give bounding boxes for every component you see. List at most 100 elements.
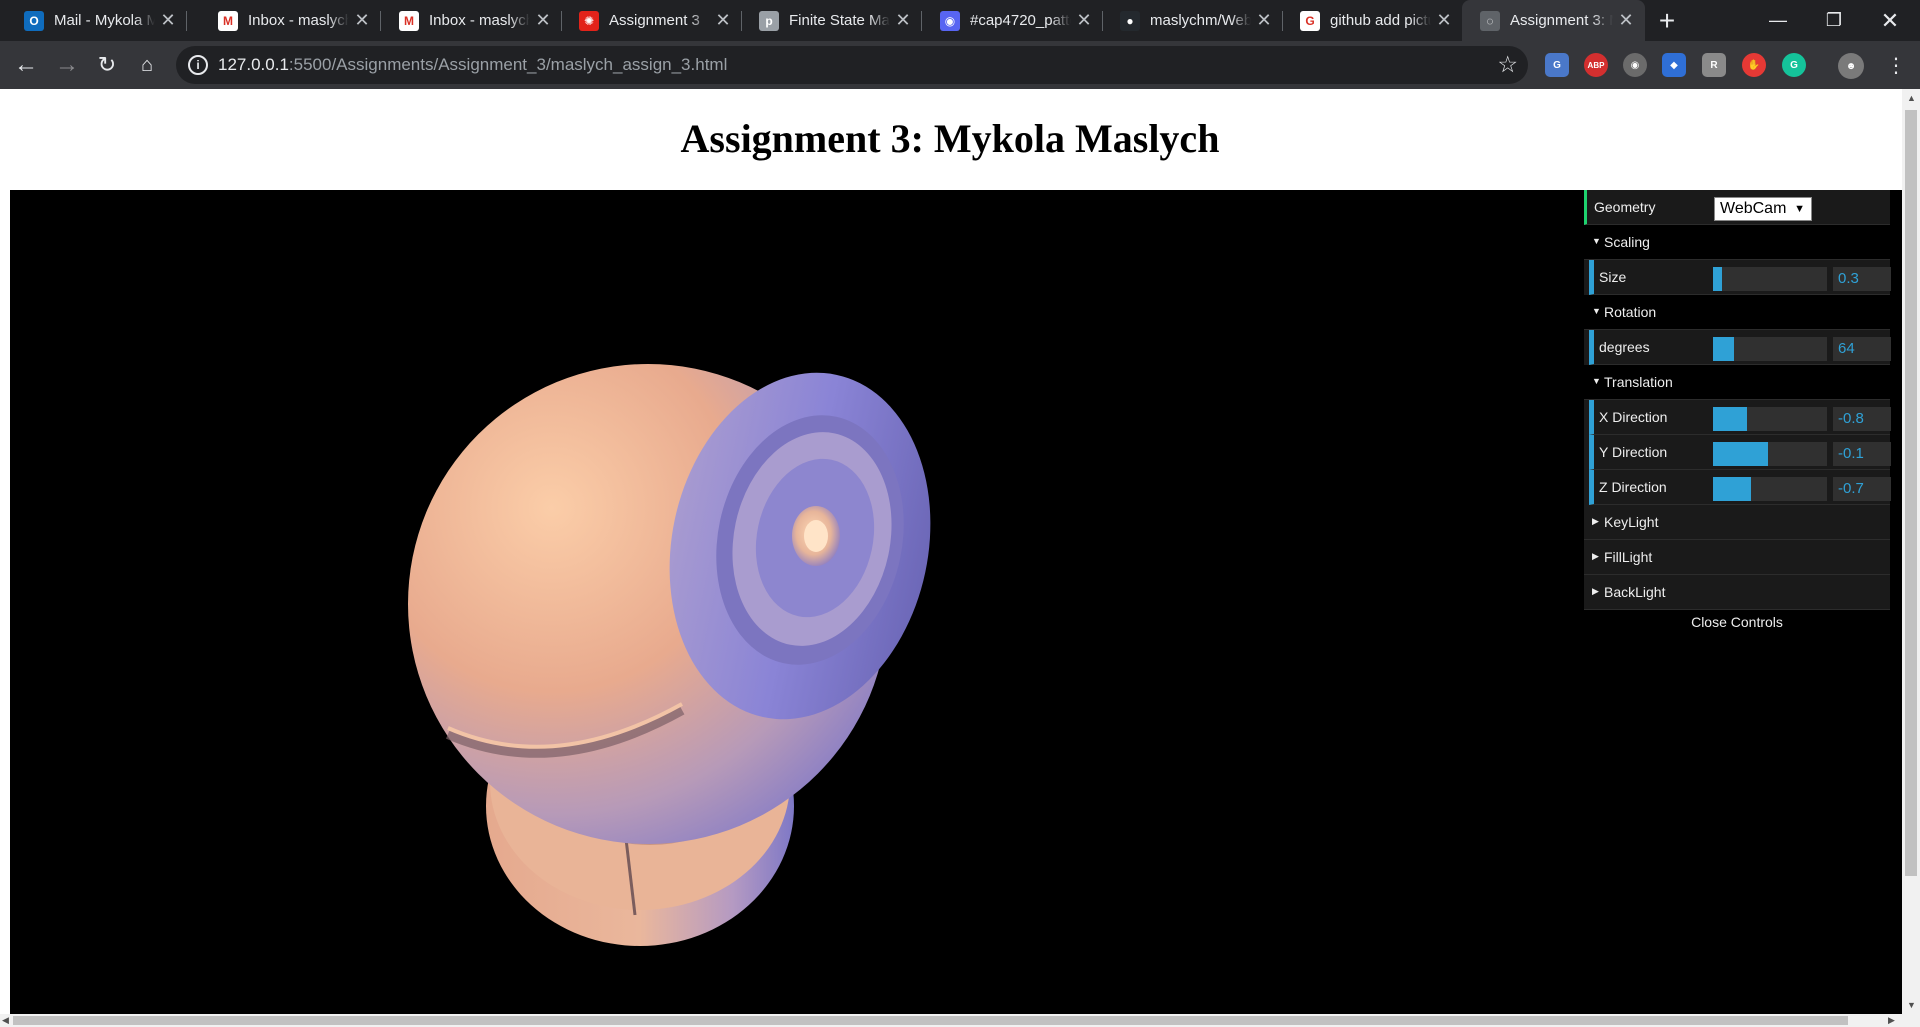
- size-slider[interactable]: [1713, 267, 1827, 291]
- grammarly-extension-icon[interactable]: G: [1782, 53, 1806, 77]
- tab-close-icon[interactable]: ✕: [1613, 10, 1639, 31]
- scroll-right-icon[interactable]: ▶: [1888, 1015, 1895, 1026]
- x-direction-label: X Direction: [1599, 409, 1668, 425]
- tab-close-icon[interactable]: ✕: [1431, 10, 1457, 31]
- back-button[interactable]: ←: [10, 49, 42, 81]
- tab-close-icon[interactable]: ✕: [710, 10, 736, 31]
- bookmark-star-icon[interactable]: ☆: [1497, 51, 1518, 78]
- tab-title: Inbox - maslych: [429, 12, 530, 29]
- y-direction-value-input[interactable]: -0.1: [1833, 442, 1891, 466]
- y-direction-slider-fill: [1713, 442, 1768, 466]
- folder-keylight-label: KeyLight: [1604, 514, 1659, 530]
- google-icon: G: [1300, 10, 1320, 31]
- folder-expanded-icon: ▼: [1592, 306, 1601, 316]
- forward-button[interactable]: →: [51, 49, 83, 81]
- size-label: Size: [1599, 269, 1627, 285]
- reader-extension-icon[interactable]: R: [1702, 53, 1726, 77]
- tab-close-icon[interactable]: ✕: [1071, 10, 1097, 31]
- site-info-icon[interactable]: i: [188, 55, 208, 75]
- tab-title: Assignment 3: Mykola: [1510, 12, 1613, 29]
- controls-panel: Geometry WebCam ▼ ▼ Scaling Size 0.3 ▼ Ro…: [1584, 190, 1891, 635]
- tab-8[interactable]: Ggithub add picture✕: [1282, 0, 1463, 41]
- tab-close-icon[interactable]: ✕: [349, 10, 375, 31]
- horizontal-scroll-thumb[interactable]: [13, 1016, 1848, 1025]
- geometry-label: Geometry: [1594, 199, 1656, 215]
- x-direction-slider[interactable]: [1713, 407, 1827, 431]
- folder-scaling[interactable]: ▼ Scaling: [1584, 225, 1890, 260]
- tab-strip: OMail - Mykola Maslych✕MInbox - maslych✕…: [0, 0, 1920, 41]
- tab-6[interactable]: ◉ #cap4720_pattern✕: [922, 0, 1103, 41]
- adblock-extension-icon[interactable]: ABP: [1584, 53, 1608, 77]
- minimize-icon[interactable]: —: [1750, 0, 1806, 41]
- geometry-row: Geometry WebCam ▼: [1584, 190, 1890, 225]
- home-button[interactable]: ⌂: [131, 49, 163, 81]
- tab-4[interactable]: ✺ Assignment 3 ✕: [561, 0, 742, 41]
- z-direction-slider[interactable]: [1713, 477, 1827, 501]
- p-icon: p: [759, 10, 779, 31]
- vertical-scroll-thumb[interactable]: [1905, 110, 1917, 876]
- reload-button[interactable]: ↻: [91, 49, 123, 81]
- folder-filllight[interactable]: ▶ FillLight: [1584, 540, 1890, 575]
- scroll-down-icon[interactable]: ▼: [1907, 1000, 1916, 1010]
- degrees-slider-fill: [1713, 337, 1734, 361]
- degrees-label: degrees: [1599, 339, 1650, 355]
- tab-close-icon[interactable]: ✕: [890, 10, 916, 31]
- stop-extension-icon[interactable]: ✋: [1742, 53, 1766, 77]
- profile-avatar[interactable]: ☻: [1838, 53, 1864, 79]
- webcourses-icon: ✺: [579, 10, 599, 31]
- folder-translation[interactable]: ▼ Translation: [1584, 365, 1890, 400]
- y-direction-slider[interactable]: [1713, 442, 1827, 466]
- folder-backlight-label: BackLight: [1604, 584, 1666, 600]
- gmail-icon: M: [399, 10, 419, 31]
- translate-extension-icon[interactable]: G: [1545, 53, 1569, 77]
- horizontal-scrollbar[interactable]: ◀ ▶: [0, 1014, 1920, 1027]
- geometry-selected-value: WebCam: [1720, 200, 1787, 217]
- tab-title: Mail - Mykola Maslych: [54, 12, 155, 29]
- privacy-extension-icon[interactable]: ◆: [1662, 53, 1686, 77]
- tab-close-icon[interactable]: ✕: [530, 10, 556, 31]
- globe-icon: ◌: [1480, 10, 1500, 31]
- geometry-select[interactable]: WebCam ▼: [1714, 197, 1812, 221]
- close-controls-button[interactable]: Close Controls: [1584, 610, 1890, 635]
- scroll-left-icon[interactable]: ◀: [2, 1015, 9, 1026]
- tab-5[interactable]: p Finite State Machines✕: [741, 0, 922, 41]
- tab-title: Inbox - maslych: [248, 12, 349, 29]
- x-direction-value-input[interactable]: -0.8: [1833, 407, 1891, 431]
- window-close-icon[interactable]: ✕: [1862, 0, 1918, 41]
- camera-sphere: [408, 364, 931, 844]
- scroll-up-icon[interactable]: ▲: [1907, 93, 1916, 103]
- z-direction-label: Z Direction: [1599, 479, 1667, 495]
- webgl-canvas[interactable]: Geometry WebCam ▼ ▼ Scaling Size 0.3 ▼ Ro…: [10, 190, 1902, 1014]
- new-tab-button[interactable]: +: [1652, 7, 1682, 37]
- cookie-extension-icon[interactable]: ◉: [1623, 53, 1647, 77]
- tab-3[interactable]: M Inbox - maslych ✕: [381, 0, 562, 41]
- folder-expanded-icon: ▼: [1592, 236, 1601, 246]
- control-size: Size 0.3: [1589, 260, 1891, 295]
- vertical-scrollbar[interactable]: ▲ ▼: [1902, 89, 1920, 1014]
- tab-9[interactable]: ◌ Assignment 3: Mykola✕: [1462, 0, 1645, 41]
- control-degrees: degrees 64: [1589, 330, 1891, 365]
- z-direction-value-input[interactable]: -0.7: [1833, 477, 1891, 501]
- tab-title: maslychm/WebGL: [1150, 12, 1251, 29]
- tab-7[interactable]: ● maslychm/WebGL✕: [1102, 0, 1283, 41]
- folder-scaling-label: Scaling: [1604, 234, 1650, 250]
- folder-filllight-label: FillLight: [1604, 549, 1653, 565]
- tab-2[interactable]: M Inbox - maslych ✕: [200, 0, 381, 41]
- folder-backlight[interactable]: ▶ BackLight: [1584, 575, 1890, 610]
- tab-close-icon[interactable]: ✕: [1251, 10, 1277, 31]
- tab-close-icon[interactable]: ✕: [155, 10, 181, 31]
- tab-1[interactable]: O Mail - Mykola Maslych✕: [6, 0, 187, 41]
- folder-rotation[interactable]: ▼ Rotation: [1584, 295, 1890, 330]
- size-value-input[interactable]: 0.3: [1833, 267, 1891, 291]
- restore-icon[interactable]: ❐: [1806, 0, 1862, 41]
- control-z-direction: Z Direction -0.7: [1589, 470, 1891, 505]
- github-icon: ●: [1120, 10, 1140, 31]
- address-bar[interactable]: i 127.0.0.1:5500/Assignments/Assignment_…: [176, 46, 1528, 84]
- folder-keylight[interactable]: ▶ KeyLight: [1584, 505, 1890, 540]
- gmail-icon: M: [218, 10, 238, 31]
- tab-title: Finite State Machines: [789, 12, 890, 29]
- menu-kebab-icon[interactable]: ⋮: [1880, 49, 1912, 81]
- degrees-slider[interactable]: [1713, 337, 1827, 361]
- tab-separator: [186, 11, 187, 31]
- degrees-value-input[interactable]: 64: [1833, 337, 1891, 361]
